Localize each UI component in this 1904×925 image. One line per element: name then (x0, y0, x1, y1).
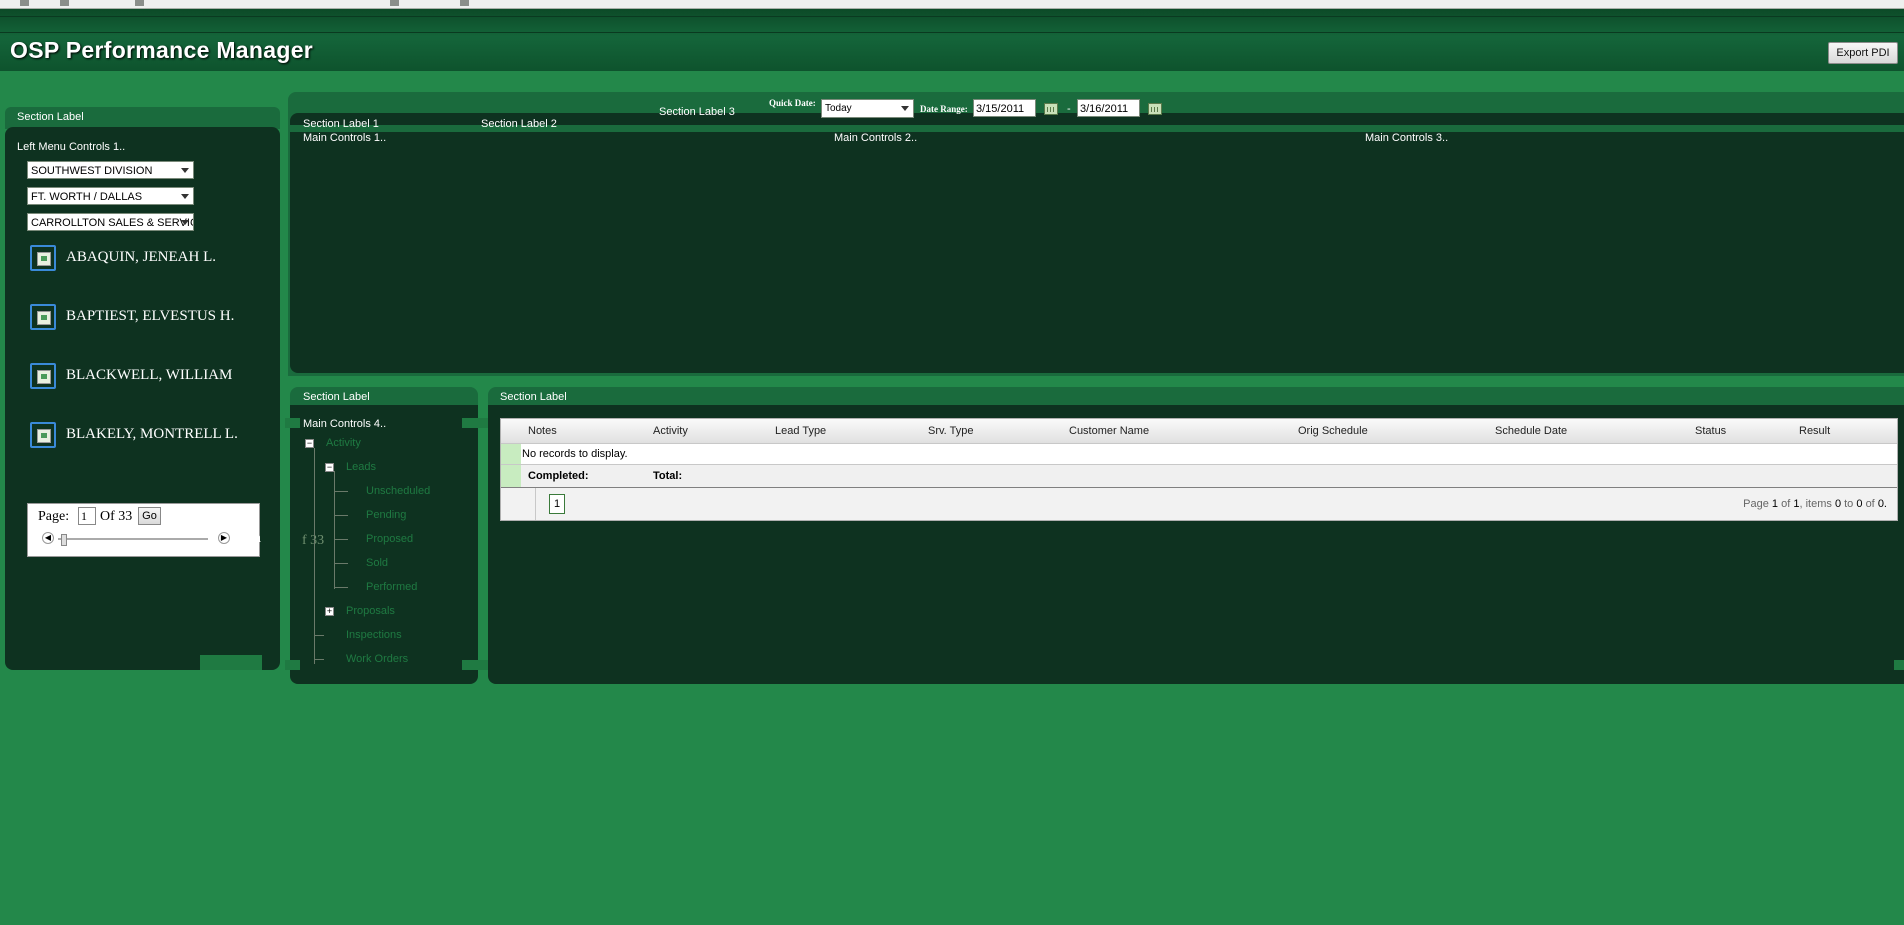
pager-slider-track[interactable] (58, 538, 208, 540)
tree-item-unscheduled[interactable]: Unscheduled (366, 485, 430, 497)
employee-photo-icon[interactable] (30, 245, 56, 271)
quick-date-select[interactable]: Today (821, 99, 914, 118)
column-header-notes[interactable]: Notes (528, 425, 557, 437)
collapse-icon[interactable]: − (325, 463, 334, 472)
expand-icon[interactable]: + (325, 607, 334, 616)
tree-item-performed[interactable]: Performed (366, 581, 417, 593)
date-to-input[interactable]: 3/16/2011 (1077, 99, 1140, 117)
grid-page-info: Page 1 of 1, items 0 to 0 of 0. (1743, 498, 1887, 510)
chevron-down-icon (901, 106, 909, 111)
column-header-schedule-date[interactable]: Schedule Date (1495, 425, 1567, 437)
slider-right-icon[interactable]: ▶ (218, 532, 230, 544)
employee-photo-icon[interactable] (30, 363, 56, 389)
employee-name[interactable]: BLAKELY, MONTRELL L. (66, 426, 238, 443)
grid-pager: 1 Page 1 of 1, items 0 to 0 of 0. (501, 488, 1897, 520)
tree-item-work-orders[interactable]: Work Orders (346, 653, 408, 665)
main-controls-2: Main Controls 2.. (834, 132, 918, 144)
activity-grid: Notes Activity Lead Type Srv. Type Custo… (500, 418, 1898, 521)
pager-page-input[interactable]: 1 (78, 507, 96, 525)
quick-date-label: Quick Date: (769, 98, 816, 108)
column-header-activity[interactable]: Activity (653, 425, 688, 437)
division-select[interactable]: SOUTHWEST DIVISION (27, 161, 194, 179)
toolbar-icon[interactable] (135, 0, 144, 6)
grid-footer-row: Completed: Total: (501, 464, 1897, 488)
employee-photo-icon[interactable] (30, 422, 56, 448)
toolbar-icon[interactable] (460, 0, 469, 6)
pager-slider-handle[interactable] (61, 534, 67, 546)
toolbar-icon[interactable] (20, 0, 29, 6)
tree-item-sold[interactable]: Sold (366, 557, 388, 569)
main-controls-3: Main Controls 3.. (1365, 132, 1449, 144)
grid-empty-message: No records to display. (522, 448, 628, 460)
left-menu-controls-label: Left Menu Controls 1.. (17, 141, 126, 153)
grid-header: Notes Activity Lead Type Srv. Type Custo… (501, 419, 1897, 444)
top-main-panel (290, 113, 1904, 373)
browser-toolbar-strip (0, 0, 1904, 9)
pager-of-label: Of 33 (100, 509, 133, 524)
tree-item-inspections[interactable]: Inspections (346, 629, 402, 641)
pager-page-label: Page: (38, 509, 70, 524)
completed-label: Completed: (528, 470, 589, 482)
main-controls-4: Main Controls 4.. (303, 418, 387, 430)
tree-item-proposals[interactable]: Proposals (346, 605, 395, 617)
section-label-2: Section Label 2 (481, 118, 557, 130)
date-from-input[interactable]: 3/15/2011 (973, 99, 1036, 117)
app-header: OSP Performance Manager Export PDI (0, 9, 1904, 71)
export-pdf-button[interactable]: Export PDI (1828, 42, 1898, 64)
tree-item-leads[interactable]: Leads (346, 461, 376, 473)
date-range-separator: - (1067, 103, 1071, 115)
left-panel (5, 127, 280, 670)
calendar-to-icon[interactable] (1148, 103, 1162, 115)
calendar-from-icon[interactable] (1044, 103, 1058, 115)
section-label-1: Section Label 1 (303, 118, 379, 130)
toolbar-icon[interactable] (60, 0, 69, 6)
collapse-icon[interactable]: − (305, 439, 314, 448)
grid-section-label: Section Label (500, 391, 567, 403)
chevron-down-icon (181, 194, 189, 199)
tree-item-pending[interactable]: Pending (366, 509, 406, 521)
tree-section-label: Section Label (303, 391, 370, 403)
area-select[interactable]: FT. WORTH / DALLAS (27, 187, 194, 205)
chevron-down-icon (181, 220, 189, 225)
pager-overflow-text: Pa (247, 531, 261, 546)
employee-pager: Page: 1 Of 33 Go ◀ ▶ (27, 503, 260, 557)
column-header-lead-type[interactable]: Lead Type (775, 425, 826, 437)
pager-go-button[interactable]: Go (138, 507, 161, 525)
slider-left-icon[interactable]: ◀ (42, 532, 54, 544)
column-header-result[interactable]: Result (1799, 425, 1830, 437)
app-title: OSP Performance Manager (10, 37, 314, 63)
column-header-customer-name[interactable]: Customer Name (1069, 425, 1149, 437)
date-range-label: Date Range: (920, 104, 968, 114)
column-header-srv-type[interactable]: Srv. Type (928, 425, 973, 437)
total-label: Total: (653, 470, 683, 482)
section-label-3: Section Label 3 (659, 106, 735, 118)
employee-photo-icon[interactable] (30, 304, 56, 330)
left-panel-header: Section Label (5, 107, 280, 129)
toolbar-icon[interactable] (390, 0, 399, 6)
left-section-label: Section Label (17, 111, 84, 123)
chevron-down-icon (181, 168, 189, 173)
branch-select[interactable]: CARROLLTON SALES & SERVICE (27, 213, 194, 231)
column-header-orig-schedule[interactable]: Orig Schedule (1298, 425, 1368, 437)
main-controls-1: Main Controls 1.. (303, 132, 387, 144)
employee-name[interactable]: BLACKWELL, WILLIAM (66, 367, 232, 384)
employee-name[interactable]: BAPTIEST, ELVESTUS H. (66, 308, 234, 325)
column-header-status[interactable]: Status (1695, 425, 1726, 437)
employee-name[interactable]: ABAQUIN, JENEAH L. (66, 249, 216, 266)
tree-item-activity[interactable]: Activity (326, 437, 361, 449)
tree-item-proposed[interactable]: Proposed (366, 533, 413, 545)
grid-page-button[interactable]: 1 (549, 494, 565, 514)
